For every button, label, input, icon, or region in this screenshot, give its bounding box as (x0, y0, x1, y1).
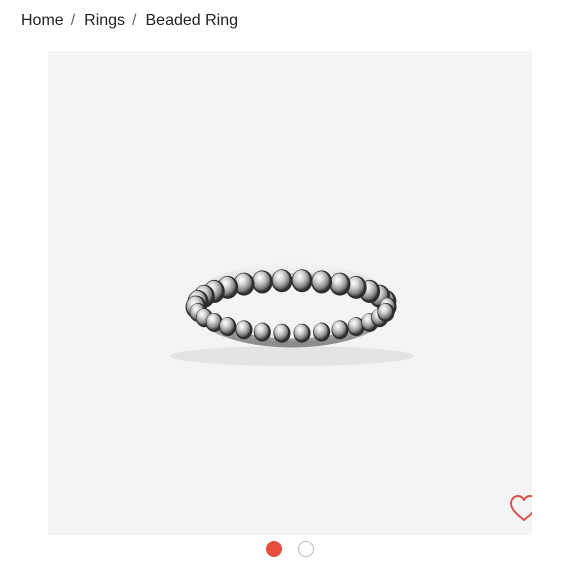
ring-bead (293, 323, 311, 343)
favorite-button[interactable] (508, 494, 532, 522)
breadcrumb: Home / Rings / Beaded Ring (21, 10, 238, 32)
product-page: Home / Rings / Beaded Ring (0, 0, 580, 580)
ring-bead (329, 272, 351, 296)
ring-bead (331, 320, 349, 340)
ring-bead (235, 320, 253, 340)
ring-bead (377, 303, 395, 322)
ring-bead (219, 317, 237, 337)
beaded-ring-image (170, 262, 414, 366)
ring-bead (311, 270, 333, 294)
breadcrumb-current-page: Beaded Ring (145, 12, 239, 29)
ring-bead (313, 322, 331, 342)
carousel-dots (0, 541, 580, 561)
carousel-dot-1[interactable] (266, 541, 282, 557)
heart-outline-icon (510, 495, 532, 521)
ring-bead (253, 322, 271, 342)
product-image-panel[interactable] (48, 51, 532, 535)
ring-bead (251, 270, 273, 294)
ring-bead (291, 269, 313, 293)
breadcrumb-rings-link[interactable]: Rings (84, 12, 125, 30)
ring-bead (273, 323, 291, 343)
breadcrumb-home-link[interactable]: Home (21, 12, 64, 30)
carousel-dot-2[interactable] (298, 541, 314, 557)
breadcrumb-separator: / (70, 12, 76, 29)
breadcrumb-separator: / (132, 12, 137, 29)
ring-bead (271, 269, 293, 293)
